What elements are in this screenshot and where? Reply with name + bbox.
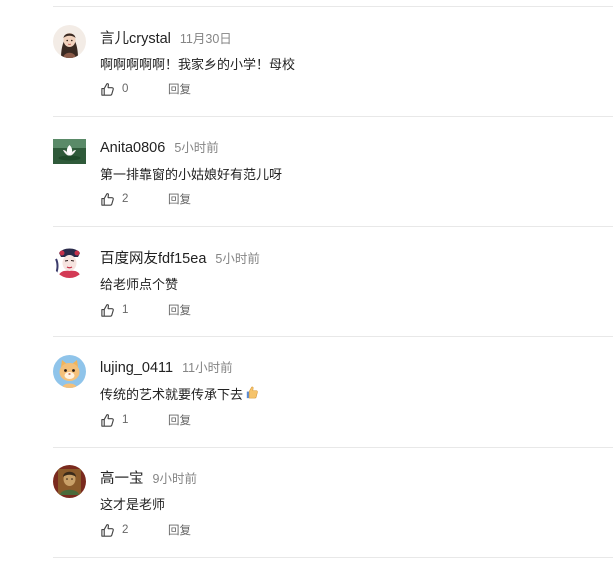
like-count: 2	[122, 193, 129, 205]
opera-mask-avatar-icon	[53, 245, 86, 278]
comment-header: 高一宝 9小时前	[100, 467, 197, 487]
comment-header: 百度网友fdf15ea 5小时前	[100, 247, 260, 267]
thumbs-up-icon	[100, 523, 115, 538]
comment-item: 百度网友fdf15ea 5小时前 给老师点个赞 1 回复	[0, 245, 613, 357]
comment-time: 9小时前	[152, 472, 197, 486]
divider	[53, 116, 613, 117]
thumbs-up-emoji-icon	[244, 385, 259, 403]
like-button[interactable]: 2	[100, 192, 162, 207]
username[interactable]: Anita0806	[100, 140, 165, 156]
comment-actions: 2 回复	[100, 191, 191, 207]
like-button[interactable]: 2	[100, 523, 162, 538]
like-button[interactable]: 1	[100, 413, 162, 428]
comment-actions: 2 回复	[100, 522, 191, 538]
comment-list: 言儿crystal 11月30日 啊啊啊啊啊！我家乡的小学！母校 0 回复 An…	[0, 0, 613, 561]
thumbs-up-icon	[100, 413, 115, 428]
comment-time: 11小时前	[182, 361, 233, 375]
comment-actions: 1 回复	[100, 412, 191, 428]
comment-time: 5小时前	[215, 252, 260, 266]
comment-item: Anita0806 5小时前 第一排靠窗的小姑娘好有范儿呀 2 回复	[0, 137, 613, 247]
comment-header: Anita0806 5小时前	[100, 137, 219, 157]
comment-time: 5小时前	[174, 141, 219, 155]
cartoon-cat-avatar-icon	[53, 355, 86, 388]
reply-button[interactable]: 回复	[168, 522, 191, 538]
reply-button[interactable]: 回复	[168, 81, 191, 97]
reply-button[interactable]: 回复	[168, 412, 191, 428]
divider	[53, 336, 613, 337]
comment-text: 传统的艺术就要传承下去	[100, 384, 259, 403]
like-button[interactable]: 1	[100, 303, 162, 318]
comment-text: 啊啊啊啊啊！我家乡的小学！母校	[100, 57, 296, 72]
thumbs-up-icon	[100, 82, 115, 97]
divider	[53, 6, 613, 7]
like-button[interactable]: 0	[100, 82, 162, 97]
comment-item: 言儿crystal 11月30日 啊啊啊啊啊！我家乡的小学！母校 0 回复	[0, 25, 613, 137]
comment-time: 11月30日	[179, 32, 232, 46]
like-count: 2	[122, 524, 129, 536]
girl-illustration-avatar-icon	[53, 25, 86, 58]
user-avatar[interactable]	[53, 135, 86, 168]
thumbs-up-icon	[100, 303, 115, 318]
like-count: 1	[122, 414, 129, 426]
comment-item: 高一宝 9小时前 这才是老师 2 回复	[0, 465, 613, 561]
username[interactable]: 言儿crystal	[100, 27, 171, 48]
comment-text-body: 传统的艺术就要传承下去	[100, 387, 244, 402]
comment-actions: 1 回复	[100, 302, 191, 318]
divider	[53, 226, 613, 227]
comment-header: 言儿crystal 11月30日	[100, 27, 232, 47]
lotus-flower-avatar-icon	[53, 139, 86, 164]
user-avatar[interactable]	[53, 465, 86, 498]
comment-text: 这才是老师	[100, 497, 166, 512]
comment-actions: 0 回复	[100, 81, 191, 97]
username[interactable]: 高一宝	[100, 467, 144, 488]
like-count: 0	[122, 83, 129, 95]
divider	[53, 447, 613, 448]
username[interactable]: lujing_0411	[100, 360, 173, 376]
comment-item: lujing_0411 11小时前 传统的艺术就要传承下去 1 回复	[0, 355, 613, 467]
portrait-photo-avatar-icon	[53, 465, 86, 498]
reply-button[interactable]: 回复	[168, 302, 191, 318]
username[interactable]: 百度网友fdf15ea	[100, 247, 206, 268]
comment-text: 给老师点个赞	[100, 277, 179, 292]
user-avatar[interactable]	[53, 25, 86, 58]
user-avatar[interactable]	[53, 245, 86, 278]
divider	[53, 557, 613, 558]
thumbs-up-icon	[100, 192, 115, 207]
comment-header: lujing_0411 11小时前	[100, 357, 233, 377]
like-count: 1	[122, 304, 129, 316]
reply-button[interactable]: 回复	[168, 191, 191, 207]
user-avatar[interactable]	[53, 355, 86, 388]
comment-text: 第一排靠窗的小姑娘好有范儿呀	[100, 167, 283, 182]
